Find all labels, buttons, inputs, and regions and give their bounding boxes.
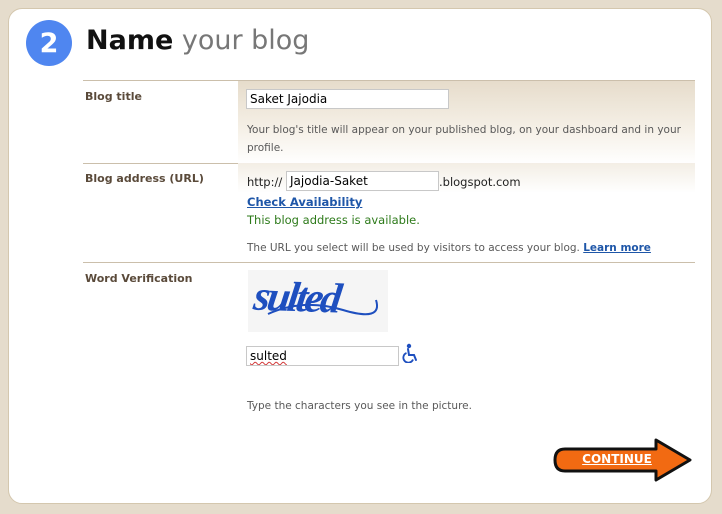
blog-address-input[interactable]: Jajodia-Saket bbox=[286, 171, 439, 191]
page-title-bold: Name bbox=[86, 25, 174, 56]
row-separator bbox=[83, 80, 238, 81]
blog-address-label: Blog address (URL) bbox=[85, 172, 204, 185]
blog-address-help-text: The URL you select will be used by visit… bbox=[247, 242, 580, 254]
blog-title-help: Your blog's title will appear on your pu… bbox=[247, 121, 687, 157]
captcha-input-value: sulted bbox=[250, 349, 287, 363]
continue-label: CONTINUE bbox=[582, 452, 652, 466]
url-prefix: http:// bbox=[247, 175, 283, 189]
row-separator bbox=[83, 262, 695, 263]
blog-title-input[interactable]: Saket Jajodia bbox=[246, 89, 449, 109]
blog-title-help-line2: profile. bbox=[247, 142, 284, 154]
step-number-badge: 2 bbox=[26, 20, 72, 66]
page-title: Name your blog bbox=[86, 25, 309, 56]
check-availability-link[interactable]: Check Availability bbox=[247, 195, 362, 209]
blog-address-help: The URL you select will be used by visit… bbox=[247, 239, 651, 257]
blog-title-label: Blog title bbox=[85, 90, 142, 103]
page-title-rest: your blog bbox=[173, 25, 310, 56]
step-number: 2 bbox=[39, 27, 59, 59]
wheelchair-icon[interactable] bbox=[402, 343, 420, 367]
availability-status: This blog address is available. bbox=[247, 213, 420, 227]
blog-title-help-line1: Your blog's title will appear on your pu… bbox=[247, 124, 681, 136]
captcha-image: sulted bbox=[248, 270, 388, 332]
url-suffix: .blogspot.com bbox=[439, 175, 521, 189]
word-verification-label: Word Verification bbox=[85, 272, 193, 285]
word-verification-help: Type the characters you see in the pictu… bbox=[247, 400, 472, 412]
captcha-input[interactable]: sulted bbox=[246, 346, 399, 366]
captcha-word: sulted bbox=[250, 273, 342, 323]
learn-more-link[interactable]: Learn more bbox=[583, 242, 651, 254]
continue-button[interactable]: CONTINUE bbox=[553, 438, 693, 482]
